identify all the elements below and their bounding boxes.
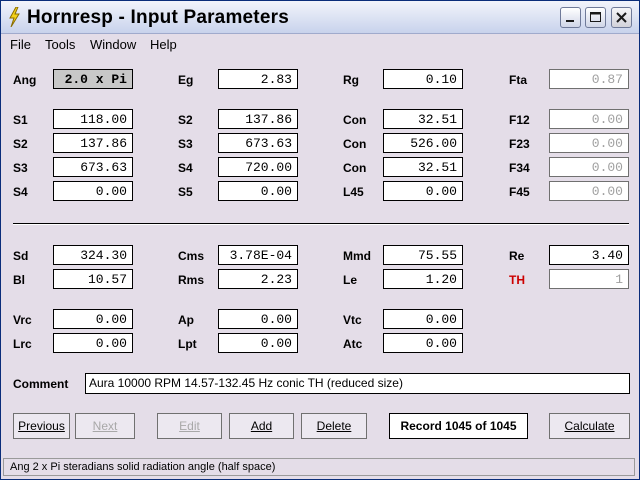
lrc-label: Lrc bbox=[13, 337, 32, 351]
s2-seg1-label: S2 bbox=[178, 113, 193, 127]
con1-label: Con bbox=[343, 113, 367, 127]
s4-field[interactable]: 0.00 bbox=[53, 181, 133, 201]
bl-field[interactable]: 10.57 bbox=[53, 269, 133, 289]
edit-button[interactable]: Edit bbox=[157, 413, 222, 439]
menu-bar: File Tools Window Help bbox=[1, 34, 639, 54]
record-indicator: Record 1045 of 1045 bbox=[389, 413, 528, 439]
f23-label: F23 bbox=[509, 137, 530, 151]
menu-help[interactable]: Help bbox=[150, 37, 177, 52]
s4-seg3-field[interactable]: 720.00 bbox=[218, 157, 298, 177]
rg-field[interactable]: 0.10 bbox=[383, 69, 463, 89]
menu-file[interactable]: File bbox=[10, 37, 31, 52]
s1-field[interactable]: 118.00 bbox=[53, 109, 133, 129]
f34-field: 0.00 bbox=[549, 157, 629, 177]
ap-label: Ap bbox=[178, 313, 194, 327]
th-field: 1 bbox=[549, 269, 629, 289]
mmd-label: Mmd bbox=[343, 249, 371, 263]
sd-label: Sd bbox=[13, 249, 29, 263]
ang-label: Ang bbox=[13, 73, 37, 87]
f23-field: 0.00 bbox=[549, 133, 629, 153]
sd-field[interactable]: 324.30 bbox=[53, 245, 133, 265]
lrc-field[interactable]: 0.00 bbox=[53, 333, 133, 353]
con1-field[interactable]: 32.51 bbox=[383, 109, 463, 129]
s3-field[interactable]: 673.63 bbox=[53, 157, 133, 177]
rg-label: Rg bbox=[343, 73, 359, 87]
comment-field[interactable]: Aura 10000 RPM 14.57-132.45 Hz conic TH … bbox=[85, 373, 630, 394]
close-button[interactable] bbox=[611, 7, 632, 28]
ang-field[interactable]: 2.0 x Pi bbox=[53, 69, 133, 89]
previous-button[interactable]: Previous bbox=[13, 413, 70, 439]
s2-field[interactable]: 137.86 bbox=[53, 133, 133, 153]
maximize-button[interactable] bbox=[585, 7, 606, 28]
minimize-icon bbox=[566, 20, 574, 22]
add-button[interactable]: Add bbox=[229, 413, 294, 439]
l45-label: L45 bbox=[343, 185, 364, 199]
menu-window[interactable]: Window bbox=[90, 37, 136, 52]
s5-label: S5 bbox=[178, 185, 193, 199]
s3-label: S3 bbox=[13, 161, 28, 175]
s4-seg3-label: S4 bbox=[178, 161, 193, 175]
s5-field[interactable]: 0.00 bbox=[218, 181, 298, 201]
lpt-label: Lpt bbox=[178, 337, 197, 351]
lpt-field[interactable]: 0.00 bbox=[218, 333, 298, 353]
next-button[interactable]: Next bbox=[75, 413, 135, 439]
rms-label: Rms bbox=[178, 273, 205, 287]
vrc-field[interactable]: 0.00 bbox=[53, 309, 133, 329]
section-divider bbox=[13, 223, 629, 225]
f34-label: F34 bbox=[509, 161, 530, 175]
f12-label: F12 bbox=[509, 113, 530, 127]
le-label: Le bbox=[343, 273, 358, 287]
con2-label: Con bbox=[343, 137, 367, 151]
l45-field[interactable]: 0.00 bbox=[383, 181, 463, 201]
app-icon bbox=[9, 7, 20, 27]
f45-label: F45 bbox=[509, 185, 530, 199]
delete-button[interactable]: Delete bbox=[301, 413, 367, 439]
re-field[interactable]: 3.40 bbox=[549, 245, 629, 265]
rms-field[interactable]: 2.23 bbox=[218, 269, 298, 289]
con3-label: Con bbox=[343, 161, 367, 175]
title-bar[interactable]: Hornresp - Input Parameters bbox=[1, 1, 639, 34]
re-label: Re bbox=[509, 249, 525, 263]
minimize-button[interactable] bbox=[560, 7, 581, 28]
con2-field[interactable]: 526.00 bbox=[383, 133, 463, 153]
comment-label: Comment bbox=[13, 377, 69, 391]
mmd-field[interactable]: 75.55 bbox=[383, 245, 463, 265]
f12-field: 0.00 bbox=[549, 109, 629, 129]
status-bar: Ang 2 x Pi steradians solid radiation an… bbox=[3, 458, 635, 476]
bl-label: Bl bbox=[13, 273, 25, 287]
cms-field[interactable]: 3.78E-04 bbox=[218, 245, 298, 265]
eg-field[interactable]: 2.83 bbox=[218, 69, 298, 89]
menu-tools[interactable]: Tools bbox=[45, 37, 75, 52]
vtc-field[interactable]: 0.00 bbox=[383, 309, 463, 329]
fta-field: 0.87 bbox=[549, 69, 629, 89]
calculate-button[interactable]: Calculate bbox=[549, 413, 630, 439]
s2-label: S2 bbox=[13, 137, 28, 151]
close-icon bbox=[616, 12, 627, 23]
fta-label: Fta bbox=[509, 73, 527, 87]
vtc-label: Vtc bbox=[343, 313, 362, 327]
eg-label: Eg bbox=[178, 73, 194, 87]
ap-field[interactable]: 0.00 bbox=[218, 309, 298, 329]
s3-seg2-label: S3 bbox=[178, 137, 193, 151]
atc-label: Atc bbox=[343, 337, 363, 351]
s1-label: S1 bbox=[13, 113, 28, 127]
con3-field[interactable]: 32.51 bbox=[383, 157, 463, 177]
s2-seg1-field[interactable]: 137.86 bbox=[218, 109, 298, 129]
atc-field[interactable]: 0.00 bbox=[383, 333, 463, 353]
vrc-label: Vrc bbox=[13, 313, 32, 327]
cms-label: Cms bbox=[178, 249, 205, 263]
s3-seg2-field[interactable]: 673.63 bbox=[218, 133, 298, 153]
maximize-icon bbox=[590, 12, 601, 22]
le-field[interactable]: 1.20 bbox=[383, 269, 463, 289]
hornresp-window: Hornresp - Input Parameters File Tools W… bbox=[0, 0, 640, 480]
f45-field: 0.00 bbox=[549, 181, 629, 201]
th-label[interactable]: TH bbox=[509, 273, 525, 287]
s4-label: S4 bbox=[13, 185, 28, 199]
window-title: Hornresp - Input Parameters bbox=[27, 7, 289, 28]
